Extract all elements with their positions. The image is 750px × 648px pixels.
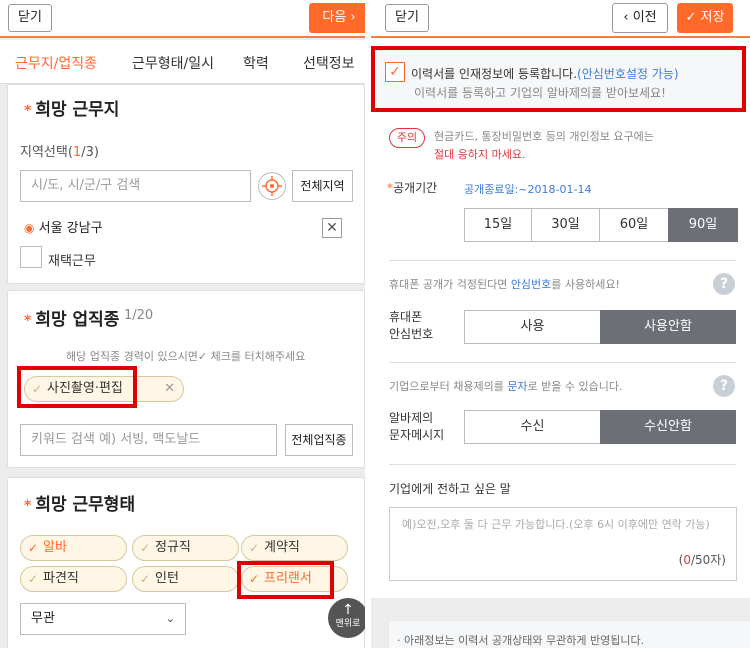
help-icon[interactable]: ? — [713, 273, 735, 295]
required-star-icon: * — [24, 103, 32, 119]
divider — [389, 464, 736, 465]
char-counter: (0/50자) — [678, 553, 726, 567]
sms-hint: 기업으로부터 채용제의를 문자로 받을 수 있습니다. — [389, 380, 623, 393]
work-type-dropdown[interactable]: 무관 ⌄ — [20, 603, 186, 635]
required-star-icon: * — [24, 498, 32, 514]
left-topbar: 닫기 다음 › — [0, 0, 365, 38]
work-type-option[interactable]: ✓ 알바 — [20, 535, 127, 561]
period-label: *공개기간 — [387, 181, 438, 195]
check-icon: ✓ — [28, 541, 39, 555]
scroll-top-button[interactable]: ↑ 맨위로 — [328, 598, 365, 638]
job-title: * 희망 업직종 — [24, 310, 120, 330]
highlight-box — [371, 46, 746, 112]
job-hint: 해당 업직종 경력이 있으시면✓ 체크를 터치해주세요 — [66, 350, 306, 363]
highlight-box — [17, 366, 137, 408]
period-end-date: 공개종료일:~2018-01-14 — [464, 183, 592, 196]
arrow-up-icon: ↑ — [342, 602, 354, 618]
sms-option[interactable]: 수신 — [464, 410, 601, 444]
work-type-option[interactable]: ✓ 계약직 — [241, 535, 348, 561]
all-jobs-button[interactable]: 전체업직종 — [285, 424, 353, 456]
prev-button[interactable]: ‹ 이전 — [612, 3, 668, 33]
next-button[interactable]: 다음 › — [309, 3, 365, 33]
footer-note: · 아래정보는 이력서 공개상태와 무관하게 반영됩니다. — [389, 621, 750, 648]
remote-work-checkbox[interactable] — [20, 246, 42, 268]
step-tabs: 근무지/업직종 근무형태/일시 학력 선택정보 — [0, 40, 365, 84]
help-icon[interactable]: ? — [713, 375, 735, 397]
notice-line2: 절대 응하지 마세요. — [434, 148, 526, 161]
phone-option[interactable]: 사용 — [464, 310, 601, 344]
check-icon: ✓ — [140, 572, 151, 586]
left-panel: 닫기 다음 › 근무지/업직종 근무형태/일시 학력 선택정보 * 희망 근무지 … — [0, 0, 365, 648]
remove-region-button[interactable]: ✕ — [322, 218, 342, 238]
notice-line1: 현금카드, 통장비밀번호 등의 개인정보 요구에는 — [434, 130, 654, 143]
period-option-selected[interactable]: 90일 — [668, 208, 738, 242]
right-topbar: 닫기 ‹ 이전 ✓ 저장 — [371, 0, 750, 38]
sms-label: 알바제의 문자메시지 — [389, 411, 445, 442]
job-keyword-input[interactable]: 키워드 검색 예) 서빙, 맥도날드 — [20, 424, 277, 456]
tab-location-job[interactable]: 근무지/업직종 — [15, 53, 97, 73]
tab-education[interactable]: 학력 — [243, 53, 269, 73]
gps-locate-button[interactable] — [258, 172, 286, 200]
close-button[interactable]: 닫기 — [8, 4, 52, 32]
period-option[interactable]: 30일 — [531, 208, 600, 242]
location-title: * 희망 근무지 — [24, 100, 120, 120]
message-title: 기업에게 전하고 싶은 말 — [389, 482, 511, 496]
chevron-down-icon: ⌄ — [165, 612, 175, 625]
phone-option-selected[interactable]: 사용안함 — [600, 310, 736, 344]
required-star-icon: * — [24, 313, 32, 329]
phone-hint: 휴대폰 공개가 걱정된다면 안심번호를 사용하세요! — [389, 278, 620, 291]
sms-option-selected[interactable]: 수신안함 — [600, 410, 736, 444]
remote-work-label: 재택근무 — [48, 254, 96, 269]
check-icon: ✓ — [28, 572, 39, 586]
location-card: * 희망 근무지 지역선택(1/3) 시/도, 시/군/구 검색 전체지역 ◉ 서… — [7, 84, 365, 284]
all-regions-button[interactable]: 전체지역 — [292, 170, 353, 202]
phone-label: 휴대폰 안심번호 — [389, 310, 434, 341]
check-icon: ✓ — [249, 541, 260, 555]
check-icon: ✓ — [140, 541, 151, 555]
tab-optional[interactable]: 선택정보 — [303, 53, 355, 73]
divider — [389, 260, 736, 261]
region-count-label: 지역선택(1/3) — [20, 145, 99, 160]
close-button[interactable]: 닫기 — [385, 4, 429, 32]
tab-work-type[interactable]: 근무형태/일시 — [132, 53, 214, 73]
work-type-option[interactable]: ✓ 인턴 — [132, 566, 239, 592]
region-search-input[interactable]: 시/도, 시/군/구 검색 — [20, 170, 251, 202]
warning-badge: 주의 — [389, 128, 425, 148]
period-option[interactable]: 60일 — [599, 208, 669, 242]
highlight-box — [237, 561, 334, 599]
save-button[interactable]: ✓ 저장 — [677, 3, 733, 33]
selected-region: ◉ 서울 강남구 — [24, 221, 103, 236]
map-pin-icon: ◉ — [24, 221, 35, 235]
right-panel: 닫기 ‹ 이전 ✓ 저장 ✓ 이력서를 인재정보에 등록합니다.(안심번호설정 … — [371, 0, 750, 648]
crosshair-icon — [262, 176, 282, 196]
work-type-option[interactable]: ✓ 정규직 — [132, 535, 239, 561]
period-option[interactable]: 15일 — [464, 208, 532, 242]
work-type-title: * 희망 근무형태 — [24, 495, 136, 515]
message-textarea[interactable]: 예)오전,오후 둘 다 근무 가능합니다.(오후 6시 이후에만 연락 가능) … — [389, 507, 737, 581]
divider — [389, 362, 736, 363]
work-type-option[interactable]: ✓ 파견직 — [20, 566, 127, 592]
job-count: 1/20 — [124, 308, 154, 323]
close-icon: ✕ — [326, 220, 338, 236]
close-icon[interactable]: ✕ — [164, 377, 175, 401]
